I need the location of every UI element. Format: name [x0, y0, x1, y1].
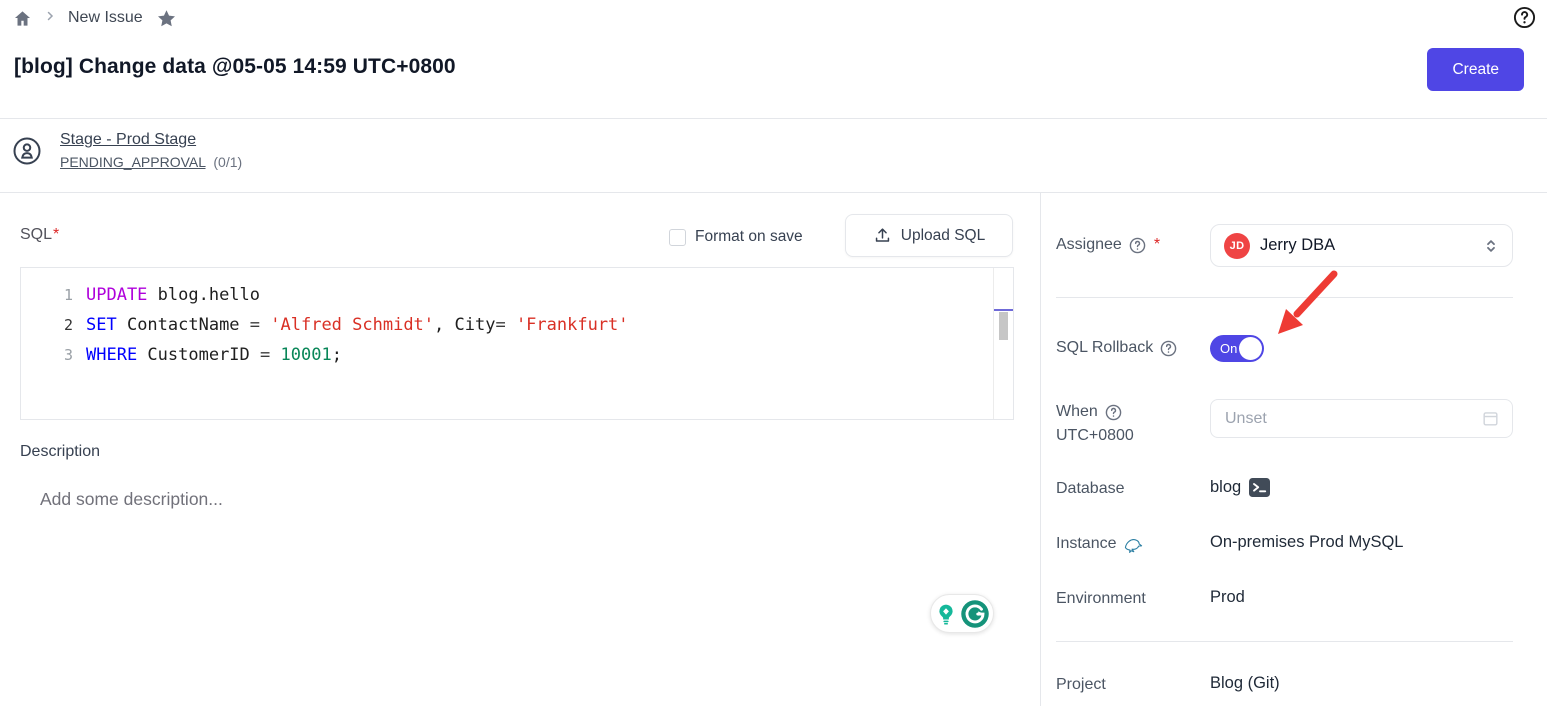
stage-section: Stage - Prod Stage PENDING_APPROVAL (0/1…	[12, 131, 242, 170]
stage-approval-count: (0/1)	[213, 154, 242, 170]
suggestion-bulb-icon[interactable]	[934, 602, 958, 626]
sql-field-label: SQL*	[20, 226, 59, 244]
page-title: [blog] Change data @05-05 14:59 UTC+0800	[14, 55, 456, 79]
description-input[interactable]: Add some description...	[40, 489, 223, 510]
required-mark: *	[53, 226, 59, 243]
database-value: blog	[1210, 478, 1241, 497]
code-line: 1 UPDATE blog.hello	[21, 280, 1013, 310]
sql-editor[interactable]: 1 UPDATE blog.hello 2 SET ContactName = 'Al…	[20, 267, 1014, 420]
mysql-dolphin-icon	[1123, 536, 1144, 553]
line-number: 2	[21, 310, 73, 340]
upload-sql-label: Upload SQL	[901, 227, 985, 245]
upload-icon	[873, 226, 892, 245]
editor-scrollbar[interactable]	[993, 268, 1013, 419]
when-datetime-field[interactable]	[1210, 399, 1513, 438]
sql-rollback-label: SQL Rollback	[1056, 339, 1177, 357]
project-label: Project	[1056, 676, 1106, 694]
divider	[1040, 193, 1041, 706]
assignee-value: Jerry DBA	[1260, 236, 1472, 255]
help-icon[interactable]	[1513, 6, 1536, 29]
new-issue-page: New Issue [blog] Change data @05-05 14:5…	[0, 0, 1547, 706]
divider	[0, 118, 1547, 119]
environment-label: Environment	[1056, 590, 1146, 608]
environment-value: Prod	[1210, 588, 1245, 607]
upload-sql-button[interactable]: Upload SQL	[845, 214, 1013, 257]
divider	[0, 192, 1547, 193]
code-lines: 1 UPDATE blog.hello 2 SET ContactName = 'Al…	[21, 280, 1013, 370]
assignee-select[interactable]: JD Jerry DBA	[1210, 224, 1513, 267]
sql-rollback-help-icon[interactable]	[1160, 340, 1177, 357]
editor-overview-marker	[994, 309, 1013, 311]
database-label: Database	[1056, 480, 1125, 498]
chevron-up-down-icon	[1482, 237, 1500, 255]
calendar-icon	[1481, 409, 1500, 428]
sql-rollback-toggle[interactable]: On	[1210, 335, 1264, 362]
home-icon[interactable]	[13, 9, 32, 28]
code-text: UPDATE blog.hello	[86, 280, 260, 310]
assignee-label: Assignee *	[1056, 236, 1160, 254]
format-on-save-label: Format on save	[695, 228, 803, 246]
stage-status-line: PENDING_APPROVAL (0/1)	[60, 154, 242, 170]
stage-link[interactable]: Stage - Prod Stage	[60, 131, 242, 149]
editor-scrollbar-thumb[interactable]	[999, 312, 1008, 340]
divider	[1056, 297, 1513, 298]
assignee-help-icon[interactable]	[1129, 237, 1146, 254]
assignee-person-icon	[12, 136, 42, 166]
code-text: WHERE CustomerID = 10001;	[86, 340, 342, 370]
database-value-row: blog	[1210, 478, 1270, 497]
divider	[1056, 641, 1513, 642]
instance-value: On-premises Prod MySQL	[1210, 533, 1403, 552]
line-number: 3	[21, 340, 73, 370]
grammarly-logo-icon[interactable]	[960, 599, 990, 629]
code-line: 2 SET ContactName = 'Alfred Schmidt', Cit…	[21, 310, 1013, 340]
toggle-state-label: On	[1220, 341, 1237, 356]
annotation-arrow	[1255, 266, 1350, 351]
format-on-save-control[interactable]: Format on save	[669, 228, 803, 246]
when-timezone: UTC+0800	[1056, 427, 1134, 444]
create-button[interactable]: Create	[1427, 48, 1524, 91]
line-number: 1	[21, 280, 73, 310]
sql-console-icon[interactable]	[1249, 478, 1270, 497]
code-line: 3 WHERE CustomerID = 10001;	[21, 340, 1013, 370]
breadcrumb: New Issue	[13, 5, 177, 31]
when-label: When UTC+0800	[1056, 400, 1134, 448]
assignee-avatar: JD	[1224, 233, 1250, 259]
when-input[interactable]	[1225, 410, 1481, 428]
required-mark: *	[1154, 236, 1160, 254]
format-on-save-checkbox[interactable]	[669, 229, 686, 246]
project-value: Blog (Git)	[1210, 674, 1280, 693]
code-text: SET ContactName = 'Alfred Schmidt', City…	[86, 310, 629, 340]
toggle-knob	[1239, 337, 1262, 360]
stage-status-link[interactable]: PENDING_APPROVAL	[60, 154, 206, 170]
grammarly-widget	[930, 594, 994, 633]
instance-label: Instance	[1056, 535, 1144, 553]
breadcrumb-separator-icon	[44, 9, 56, 26]
favorite-star-icon[interactable]	[156, 8, 177, 29]
when-help-icon[interactable]	[1105, 404, 1122, 421]
breadcrumb-current: New Issue	[68, 9, 143, 27]
description-label: Description	[20, 443, 100, 461]
